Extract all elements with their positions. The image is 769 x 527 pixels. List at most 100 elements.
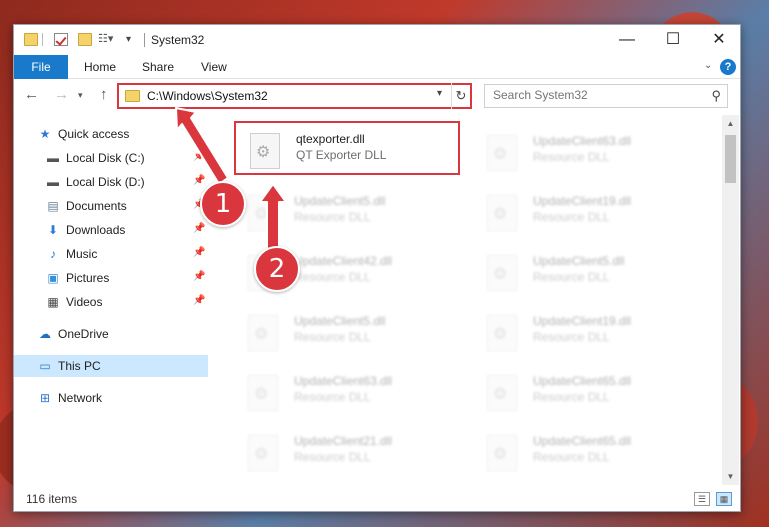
sidebar-item-this-pc[interactable]: ▭ This PC [14,355,208,377]
music-icon: ♪ [50,247,56,261]
file-name: UpdateClient42.dll [294,254,393,268]
scroll-thumb[interactable] [725,135,736,183]
sidebar-item-label: OneDrive [58,327,109,341]
window-title: System32 [151,33,205,47]
new-folder-icon[interactable] [78,33,92,46]
help-icon[interactable]: ? [720,59,736,75]
separator [42,33,43,46]
minimize-button[interactable]: — [604,25,650,55]
scroll-down-icon[interactable]: ▼ [722,468,739,485]
file-tile[interactable]: UpdateClient5.dll Resource DLL [234,305,464,359]
search-icon[interactable]: ⚲ [711,88,721,104]
dll-file-icon [487,135,517,171]
sidebar-item-videos[interactable]: ▦ Videos 📌 [14,291,208,313]
folder-icon [125,90,140,102]
up-arrow-icon[interactable]: ↑ [100,86,108,103]
tiles-view-icon[interactable]: ▦ [716,492,732,506]
close-button[interactable]: ✕ [696,25,742,55]
navigation-bar: ← → ▾ ↑ C:\Windows\System32 ▾ ↻ ⚲ [14,80,740,112]
star-icon: ★ [39,127,51,141]
file-tile[interactable]: UpdateClient65.dll Resource DLL [473,425,703,479]
properties-icon[interactable] [54,33,68,46]
pin-icon: 📌 [193,271,206,282]
file-list: qtexporter.dll QT Exporter DLL UpdateCli… [221,115,729,485]
file-name: UpdateClient5.dll [294,194,386,208]
address-bar[interactable]: C:\Windows\System32 ▾ ↻ [117,83,472,109]
downloads-icon: ⬇ [47,223,59,237]
file-description: Resource DLL [533,270,610,284]
pin-icon: 📌 [193,223,206,234]
file-tile-highlighted[interactable]: qtexporter.dll QT Exporter DLL [234,121,460,175]
documents-icon: ▤ [47,199,59,213]
folder-icon [24,33,38,46]
file-name: qtexporter.dll [296,132,365,146]
file-name: UpdateClient19.dll [533,314,632,328]
sidebar-item-downloads[interactable]: ⬇ Downloads 📌 [14,219,208,241]
dll-file-icon [487,255,517,291]
sidebar-item-label: Pictures [66,271,110,285]
file-name: UpdateClient65.dll [533,434,632,448]
file-description: Resource DLL [533,330,610,344]
file-description: QT Exporter DLL [296,148,387,162]
onedrive-icon: ☁ [39,327,51,341]
file-description: Resource DLL [533,210,610,224]
pictures-icon: ▣ [47,271,59,285]
sidebar-item-pictures[interactable]: ▣ Pictures 📌 [14,267,208,289]
sidebar-item-network[interactable]: ⊞ Network [14,387,208,409]
vertical-scrollbar[interactable]: ▲ ▼ [722,115,739,485]
search-box[interactable]: ⚲ [484,84,728,108]
sidebar-item-quick-access[interactable]: ★ Quick access [14,123,208,145]
file-tile[interactable]: UpdateClient5.dll Resource DLL [473,245,703,299]
address-path[interactable]: C:\Windows\System32 [147,89,268,103]
ribbon-tabs: File Home Share View ⌄ ? [14,55,740,79]
sidebar-item-onedrive[interactable]: ☁ OneDrive [14,323,208,345]
dll-file-icon [487,435,517,471]
scroll-up-icon[interactable]: ▲ [722,115,739,132]
sidebar-item-label: Downloads [66,223,126,237]
file-tile[interactable]: UpdateClient19.dll Resource DLL [473,305,703,359]
this-pc-icon: ▭ [39,359,51,373]
sidebar-item-local-disk-d[interactable]: ▬ Local Disk (D:) 📌 [14,171,208,193]
pin-icon: 📌 [193,295,206,306]
pin-icon: 📌 [193,151,206,162]
file-name: UpdateClient19.dll [533,194,632,208]
sidebar-item-label: Videos [66,295,103,309]
tab-file[interactable]: File [14,55,68,79]
file-tile[interactable]: UpdateClient65.dll Resource DLL [473,365,703,419]
refresh-icon[interactable]: ↻ [451,83,470,109]
file-description: Resource DLL [294,330,371,344]
expand-ribbon-icon[interactable]: ⌄ [704,60,712,71]
file-tile[interactable]: UpdateClient19.dll Resource DLL [473,185,703,239]
file-description: Resource DLL [294,450,371,464]
pin-icon: 📌 [193,175,206,186]
file-name: UpdateClient63.dll [533,134,632,148]
maximize-button[interactable]: ☐ [650,25,696,55]
sidebar-item-documents[interactable]: ▤ Documents 📌 [14,195,208,217]
file-tile[interactable]: UpdateClient63.dll Resource DLL [234,365,464,419]
title-bar: ☷▾ ▾ System32 — ☐ ✕ [14,25,740,55]
dll-file-icon [250,133,280,169]
search-input[interactable] [493,88,693,102]
details-view-icon[interactable]: ☰ [694,492,710,506]
videos-icon: ▦ [47,295,59,309]
file-description: Resource DLL [533,390,610,404]
file-explorer-window: ☷▾ ▾ System32 — ☐ ✕ File Home Share View… [13,24,741,512]
tab-home[interactable]: Home [84,55,116,79]
file-tile[interactable]: UpdateClient63.dll Resource DLL [473,125,703,179]
recent-locations-chevron-icon[interactable]: ▾ [78,90,83,101]
sidebar-item-music[interactable]: ♪ Music 📌 [14,243,208,265]
sidebar-item-local-disk-c[interactable]: ▬ Local Disk (C:) 📌 [14,147,208,169]
customize-quick-access-icon[interactable]: ☷▾ [98,33,113,46]
forward-arrow-icon[interactable]: → [54,86,69,103]
dll-file-icon [487,315,517,351]
sidebar-item-label: This PC [58,359,101,373]
file-tile[interactable]: UpdateClient21.dll Resource DLL [234,425,464,479]
quick-access-dropdown-icon[interactable]: ▾ [126,33,140,46]
file-name: UpdateClient63.dll [294,374,393,388]
separator [144,33,145,47]
back-arrow-icon[interactable]: ← [24,86,39,103]
tab-share[interactable]: Share [142,55,174,79]
chevron-down-icon[interactable]: ▾ [437,88,442,99]
file-tile[interactable]: UpdateClient5.dll Resource DLL [234,185,464,239]
tab-view[interactable]: View [201,55,227,79]
